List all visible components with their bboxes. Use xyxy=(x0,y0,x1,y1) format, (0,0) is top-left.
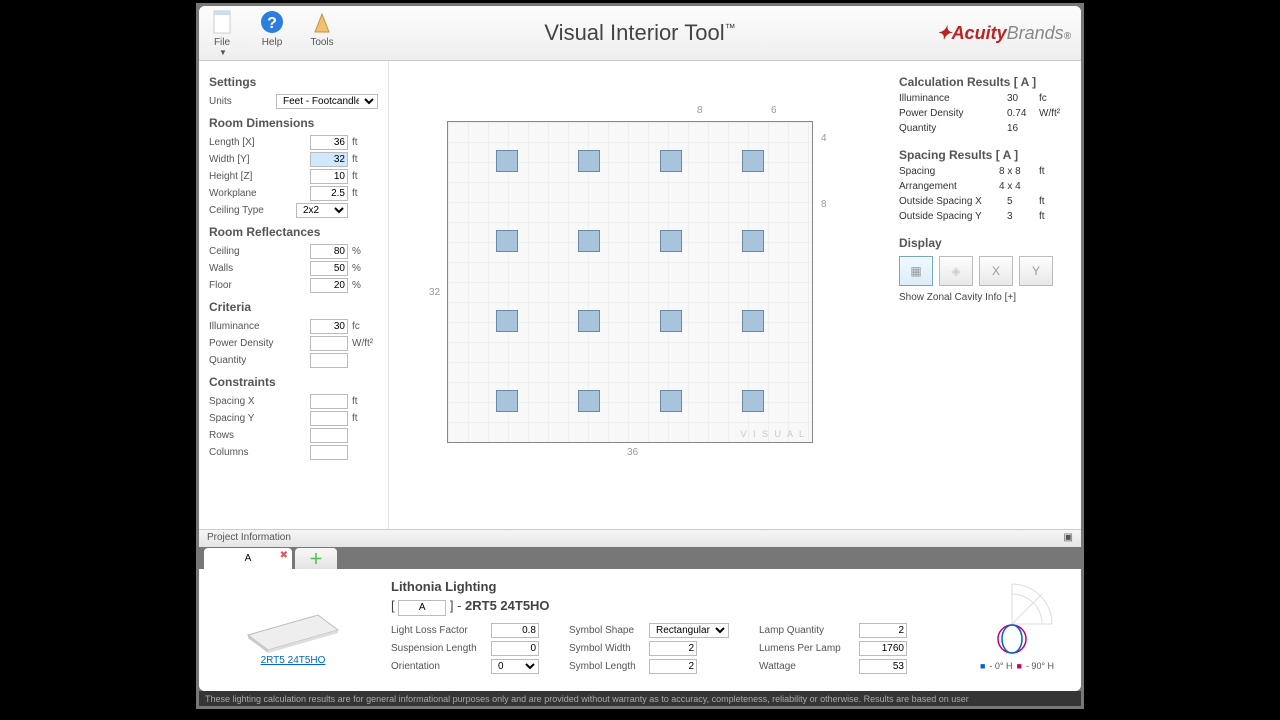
symbol-width-input[interactable] xyxy=(649,641,697,656)
tab-a[interactable]: A✖ xyxy=(204,548,292,569)
file-icon xyxy=(209,9,235,35)
footer-disclaimer: These lighting calculation results are f… xyxy=(199,691,1081,706)
fixture[interactable] xyxy=(496,390,518,412)
file-menu[interactable]: File▼ xyxy=(209,9,235,57)
dim-top-a: 8 xyxy=(697,105,703,116)
reflectances-header: Room Reflectances xyxy=(209,225,378,239)
fixture[interactable] xyxy=(742,150,764,172)
photometry-diagram: ■- 0° H■- 90° H xyxy=(967,579,1067,681)
luminaire-link[interactable]: 2RT5 24T5HO xyxy=(261,655,326,666)
disp-grid-button[interactable]: ▦ xyxy=(899,256,933,286)
disp-y-button[interactable]: Y xyxy=(1019,256,1053,286)
fixture[interactable] xyxy=(742,390,764,412)
calc-results-header: Calculation Results [ A ] xyxy=(899,75,1071,89)
dim-height: 32 xyxy=(429,287,440,298)
dim-right-a: 4 xyxy=(821,133,827,144)
canvas-watermark: V I S U A L xyxy=(740,429,806,439)
symbol-length-input[interactable] xyxy=(649,659,697,674)
luminaire-panel: 2RT5 24T5HO Lithonia Lighting [ ] - 2RT5… xyxy=(199,569,1081,691)
expand-icon[interactable]: ▣ xyxy=(1064,532,1073,545)
luminaire-brand: Lithonia Lighting xyxy=(391,579,949,594)
plus-icon: ＋ xyxy=(309,549,323,569)
fixture[interactable] xyxy=(496,150,518,172)
disp-3d-button[interactable]: ◈ xyxy=(939,256,973,286)
luminaire-tabs: A✖ ＋ xyxy=(199,547,1081,569)
fixture[interactable] xyxy=(578,390,600,412)
rows-input[interactable] xyxy=(310,428,348,443)
height-input[interactable] xyxy=(310,169,348,184)
y-icon: Y xyxy=(1032,264,1040,278)
workplane-input[interactable] xyxy=(310,186,348,201)
quantity-input[interactable] xyxy=(310,353,348,368)
power-density-input[interactable] xyxy=(310,336,348,351)
lamp-qty-input[interactable] xyxy=(859,623,907,638)
lumens-input[interactable] xyxy=(859,641,907,656)
fixture[interactable] xyxy=(496,310,518,332)
luminaire-image: 2RT5 24T5HO xyxy=(213,579,373,681)
orientation-select[interactable]: 0 xyxy=(491,659,539,674)
room-plan[interactable]: V I S U A L xyxy=(447,121,813,443)
dim-top-b: 6 xyxy=(771,105,777,116)
tools-menu[interactable]: Tools xyxy=(309,9,335,57)
fixture[interactable] xyxy=(742,230,764,252)
room-canvas-area: 32 36 8 6 4 8 V I S U A L xyxy=(389,61,889,529)
fixture[interactable] xyxy=(660,150,682,172)
toolbar: File▼ ? Help Tools Visual Interior Tool™… xyxy=(199,6,1081,61)
suspension-input[interactable] xyxy=(491,641,539,656)
help-menu[interactable]: ? Help xyxy=(259,9,285,57)
fixture[interactable] xyxy=(578,230,600,252)
results-panel: Calculation Results [ A ] Illuminance30f… xyxy=(889,61,1081,529)
fixture[interactable] xyxy=(578,310,600,332)
display-header: Display xyxy=(899,236,1071,250)
close-icon[interactable]: ✖ xyxy=(280,550,288,561)
luminaire-code-input[interactable] xyxy=(398,600,446,616)
fixture[interactable] xyxy=(660,230,682,252)
help-icon: ? xyxy=(259,9,285,35)
constraints-header: Constraints xyxy=(209,375,378,389)
tools-icon xyxy=(309,9,335,35)
fixture[interactable] xyxy=(578,150,600,172)
criteria-header: Criteria xyxy=(209,300,378,314)
dim-width: 36 xyxy=(627,447,638,458)
walls-refl-input[interactable] xyxy=(310,261,348,276)
length-input[interactable] xyxy=(310,135,348,150)
ceiling-type-select[interactable]: 2x2 xyxy=(296,203,348,218)
shape-select[interactable]: Rectangular xyxy=(649,623,729,638)
app-title: Visual Interior Tool™ xyxy=(544,20,735,46)
project-info-label: Project Information xyxy=(207,532,291,545)
units-select[interactable]: Feet - Footcandles xyxy=(276,94,378,109)
tab-add[interactable]: ＋ xyxy=(295,548,337,569)
project-info-bar[interactable]: Project Information ▣ xyxy=(199,529,1081,547)
wattage-input[interactable] xyxy=(859,659,907,674)
dim-right-b: 8 xyxy=(821,199,827,210)
disp-x-button[interactable]: X xyxy=(979,256,1013,286)
columns-input[interactable] xyxy=(310,445,348,460)
fixture[interactable] xyxy=(496,230,518,252)
ceiling-refl-input[interactable] xyxy=(310,244,348,259)
fixture[interactable] xyxy=(660,310,682,332)
brand-logo: ✦AcuityBrands® xyxy=(936,23,1071,44)
spacing-results-header: Spacing Results [ A ] xyxy=(899,148,1071,162)
fixture[interactable] xyxy=(660,390,682,412)
spacing-y-input[interactable] xyxy=(310,411,348,426)
grid-icon: ▦ xyxy=(910,264,921,278)
settings-header: Settings xyxy=(209,75,378,89)
llf-input[interactable] xyxy=(491,623,539,638)
x-icon: X xyxy=(992,264,1000,278)
units-label: Units xyxy=(209,96,276,107)
zonal-cavity-link[interactable]: Show Zonal Cavity Info [+] xyxy=(899,292,1071,303)
file-label: File xyxy=(214,37,230,48)
tools-label: Tools xyxy=(310,37,333,48)
width-input[interactable] xyxy=(310,152,348,167)
fixture[interactable] xyxy=(742,310,764,332)
floor-refl-input[interactable] xyxy=(310,278,348,293)
settings-panel: Settings UnitsFeet - Footcandles Room Di… xyxy=(199,61,389,529)
illuminance-input[interactable] xyxy=(310,319,348,334)
help-label: Help xyxy=(262,37,283,48)
spacing-x-input[interactable] xyxy=(310,394,348,409)
room-dim-header: Room Dimensions xyxy=(209,116,378,130)
luminaire-model: [ ] - 2RT5 24T5HO xyxy=(391,598,949,616)
svg-text:?: ? xyxy=(267,15,277,32)
cube-icon: ◈ xyxy=(951,264,960,278)
